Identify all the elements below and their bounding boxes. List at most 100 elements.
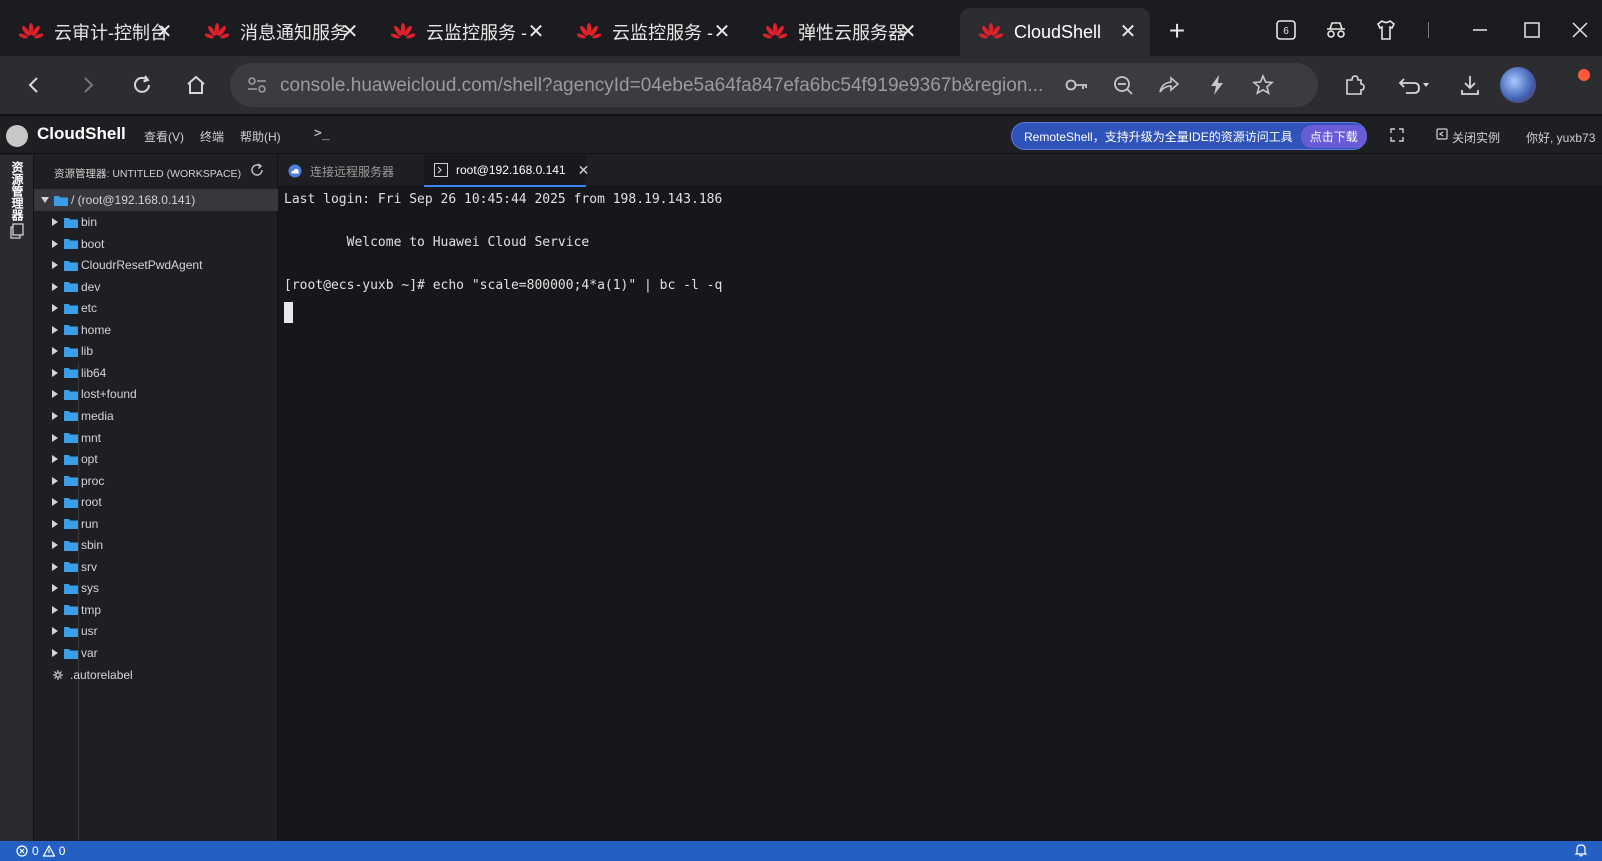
problems-indicator[interactable]: 0 0: [16, 844, 65, 858]
close-tab-icon[interactable]: ✕: [1116, 19, 1140, 43]
tree-folder-item[interactable]: var: [34, 642, 278, 664]
folder-icon: [64, 260, 78, 271]
close-tab-icon[interactable]: ✕: [338, 19, 362, 43]
tab-connect-remote[interactable]: 连接远程服务器: [278, 155, 424, 187]
tree-folder-item[interactable]: CloudrResetPwdAgent: [34, 254, 278, 276]
reload-icon[interactable]: [124, 67, 160, 103]
share-icon[interactable]: [1156, 73, 1182, 97]
tree-folder-item[interactable]: home: [34, 319, 278, 341]
home-icon[interactable]: [178, 67, 214, 103]
fullscreen-icon[interactable]: [1390, 128, 1404, 145]
tree-folder-item[interactable]: dev: [34, 276, 278, 298]
star-icon[interactable]: [1250, 73, 1276, 97]
extensions-icon[interactable]: [1336, 67, 1372, 103]
tree-folder-item[interactable]: sbin: [34, 534, 278, 556]
terminal-prompt-icon[interactable]: >_: [314, 126, 330, 141]
tree-folder-item[interactable]: lost+found: [34, 383, 278, 405]
browser-tab-2[interactable]: 消息通知服务 ✕: [186, 8, 372, 56]
tree-folder-item[interactable]: lib64: [34, 362, 278, 384]
folder-icon: [64, 217, 78, 228]
browser-tab-5[interactable]: 弹性云服务器 ✕: [744, 8, 930, 56]
chevron-right-icon: [50, 260, 60, 270]
menu-terminal[interactable]: 终端: [200, 128, 224, 145]
profile-avatar[interactable]: [1500, 67, 1536, 103]
maximize-icon[interactable]: [1512, 14, 1552, 46]
menu-view[interactable]: 查看(V): [144, 128, 184, 145]
tree-item-label: lost+found: [81, 387, 137, 402]
chevron-right-icon: [50, 389, 60, 399]
browser-tab-3[interactable]: 云监控服务 - ✕: [372, 8, 558, 56]
tab-terminal-session[interactable]: root@192.168.0.141 ✕: [424, 155, 589, 187]
chevron-down-icon: [40, 195, 50, 205]
tree-folder-item[interactable]: opt: [34, 448, 278, 470]
tree-root-folder[interactable]: / (root@192.168.0.141): [34, 189, 278, 211]
user-greeting[interactable]: 你好, yuxb73: [1526, 129, 1595, 146]
download-promo-button[interactable]: 点击下载: [1300, 124, 1367, 148]
tree-folder-item[interactable]: run: [34, 513, 278, 535]
site-settings-icon[interactable]: [246, 75, 268, 95]
copy-files-icon[interactable]: [9, 223, 25, 244]
chevron-right-icon: [50, 217, 60, 227]
tree-folder-item[interactable]: media: [34, 405, 278, 427]
menu-help[interactable]: 帮助(H): [240, 128, 281, 145]
close-tab-icon[interactable]: ✕: [578, 162, 590, 179]
remoteshell-promo-banner[interactable]: RemoteShell，支持升级为全量IDE的资源访问工具 点击下载: [1011, 122, 1367, 150]
lightning-icon[interactable]: [1204, 73, 1230, 97]
close-tab-icon[interactable]: ✕: [710, 19, 734, 43]
tree-folder-item[interactable]: usr: [34, 620, 278, 642]
file-autorelabel[interactable]: .autorelabel: [34, 664, 278, 686]
close-tab-icon[interactable]: ✕: [524, 19, 548, 43]
tab-count-icon[interactable]: 6: [1266, 14, 1306, 46]
minimize-icon[interactable]: [1460, 14, 1500, 46]
tree-folder-item[interactable]: srv: [34, 556, 278, 578]
close-tab-icon[interactable]: ✕: [896, 19, 920, 43]
new-tab-button[interactable]: +: [1162, 15, 1192, 46]
tree-folder-item[interactable]: root: [34, 491, 278, 513]
folder-icon: [64, 432, 78, 443]
tree-folder-item[interactable]: sys: [34, 577, 278, 599]
chevron-right-icon: [50, 540, 60, 550]
tab-title: 消息通知服务: [240, 23, 348, 43]
close-instance-button[interactable]: 关闭实例: [1452, 129, 1500, 146]
close-instance-icon[interactable]: [1436, 128, 1448, 143]
browser-tab-4[interactable]: 云监控服务 - ✕: [558, 8, 744, 56]
browser-tab-active[interactable]: CloudShell ✕: [960, 8, 1150, 56]
forward-icon[interactable]: [70, 67, 106, 103]
terminal-icon: [434, 163, 448, 177]
tree-folder-item[interactable]: boot: [34, 233, 278, 255]
browser-tab-1[interactable]: 云审计-控制台 ✕: [0, 8, 186, 56]
warning-count: 0: [58, 844, 66, 858]
explorer-view-label[interactable]: 资源管理器: [9, 161, 26, 221]
tree-folder-item[interactable]: lib: [34, 340, 278, 362]
tab-title: 弹性云服务器: [798, 23, 906, 43]
tree-folder-item[interactable]: mnt: [34, 427, 278, 449]
incognito-icon[interactable]: [1316, 14, 1356, 46]
close-window-icon[interactable]: [1560, 14, 1600, 46]
tree-item-label: var: [81, 646, 98, 660]
url-text[interactable]: console.huaweicloud.com/shell?agencyId=0…: [280, 75, 1050, 97]
notification-dot-icon[interactable]: [1578, 69, 1590, 81]
download-icon[interactable]: [1452, 67, 1488, 103]
tree-item-label: mnt: [81, 430, 102, 445]
extensions-shirt-icon[interactable]: [1366, 14, 1406, 46]
undo-dropdown-icon[interactable]: [1392, 67, 1436, 103]
back-icon[interactable]: [16, 67, 52, 103]
tree-folder-item[interactable]: proc: [34, 470, 278, 492]
tab-count-badge: 6: [1283, 26, 1289, 37]
zoom-out-icon[interactable]: [1110, 73, 1136, 97]
tree-folder-item[interactable]: tmp: [34, 599, 278, 621]
tree-folder-item[interactable]: bin: [34, 211, 278, 233]
tree-folder-item[interactable]: etc: [34, 297, 278, 319]
huawei-logo-icon: [762, 22, 788, 42]
refresh-icon[interactable]: [249, 162, 267, 180]
terminal-output[interactable]: Last login: Fri Sep 26 10:45:44 2025 fro…: [278, 187, 1602, 841]
close-tab-icon[interactable]: ✕: [152, 19, 176, 43]
folder-icon: [64, 238, 78, 250]
huawei-logo-icon: [18, 22, 44, 42]
key-icon[interactable]: [1064, 73, 1090, 97]
address-bar[interactable]: console.huaweicloud.com/shell?agencyId=0…: [230, 63, 1318, 107]
bell-icon[interactable]: [1574, 843, 1588, 860]
folder-icon: [64, 346, 78, 357]
folder-icon: [64, 626, 78, 637]
warning-icon: [42, 845, 55, 857]
